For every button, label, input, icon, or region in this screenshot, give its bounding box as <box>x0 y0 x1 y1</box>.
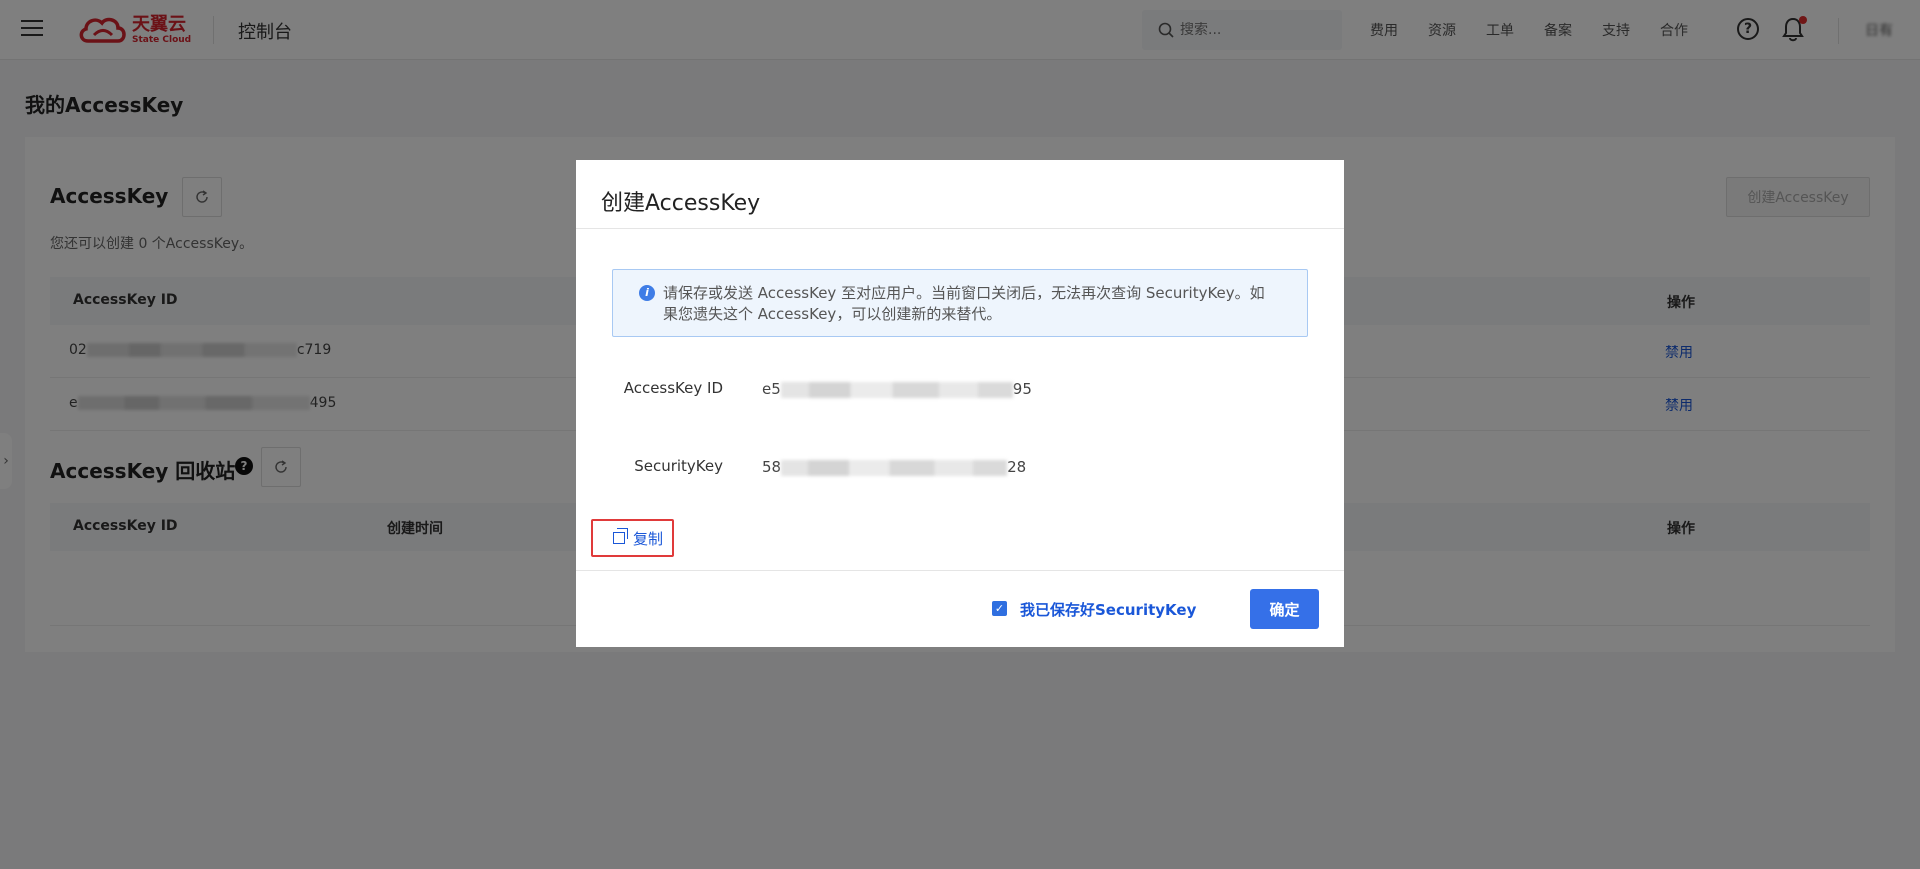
redacted-block <box>780 381 1013 398</box>
dialog-title: 创建AccessKey <box>601 191 761 216</box>
value-prefix: 58 <box>762 458 782 476</box>
accesskey-id-value: e5 95 <box>762 380 1032 398</box>
create-accesskey-dialog: 创建AccessKey i 请保存或发送 AccessKey 至对应用户。当前窗… <box>576 160 1344 647</box>
copy-icon <box>613 528 628 544</box>
alert-message: 请保存或发送 AccessKey 至对应用户。当前窗口关闭后，无法再次查询 Se… <box>663 284 1265 323</box>
value-suffix: 28 <box>1007 458 1027 476</box>
info-alert: i 请保存或发送 AccessKey 至对应用户。当前窗口关闭后，无法再次查询 … <box>612 269 1308 337</box>
confirm-button[interactable]: 确定 <box>1250 589 1319 629</box>
saved-confirm-label[interactable]: 我已保存好SecurityKey <box>1020 599 1196 620</box>
copy-label: 复制 <box>633 529 664 548</box>
value-suffix: 95 <box>1012 380 1032 398</box>
redacted-block <box>781 459 1008 476</box>
value-prefix: e5 <box>762 380 781 398</box>
dialog-header-divider <box>576 228 1344 229</box>
saved-confirm-checkbox[interactable]: ✓ <box>992 601 1007 616</box>
copy-button[interactable]: 复制 <box>591 519 674 557</box>
info-icon: i <box>639 285 655 301</box>
securitykey-value: 58 28 <box>762 458 1026 476</box>
accesskey-id-label: AccessKey ID <box>623 379 723 397</box>
dialog-footer-divider <box>576 570 1344 571</box>
securitykey-label: SecurityKey <box>634 457 723 475</box>
